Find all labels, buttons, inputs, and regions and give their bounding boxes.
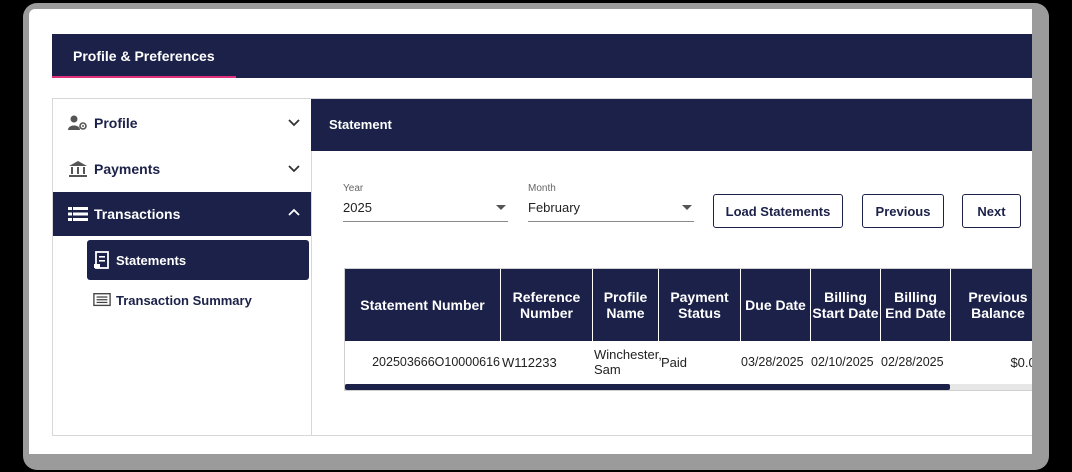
previous-balance-cell: $0.00: [1010, 354, 1032, 370]
year-select[interactable]: Year 2025: [343, 183, 508, 225]
tab-profile-preferences[interactable]: Profile & Preferences: [52, 34, 236, 78]
statements-table: Statement Number Reference Number Profil…: [344, 268, 1032, 391]
month-label: Month: [528, 183, 556, 194]
sidebar: Profile Payments Transactions Statements…: [53, 99, 312, 435]
month-select[interactable]: Month February: [528, 183, 694, 225]
column-header[interactable]: Profile Name: [593, 269, 659, 341]
next-button[interactable]: Next: [962, 194, 1021, 228]
year-value: 2025: [343, 200, 372, 215]
receipt-icon: [93, 251, 111, 269]
billing-start-date-cell: 02/10/2025: [811, 354, 874, 369]
reference-number-cell: W112233: [502, 354, 557, 370]
top-nav-bar: Profile & Preferences: [52, 34, 1032, 78]
previous-button[interactable]: Previous: [862, 194, 944, 228]
sidebar-item-profile[interactable]: Profile: [53, 101, 311, 145]
sidebar-item-payments[interactable]: Payments: [53, 147, 311, 191]
scrollbar-thumb[interactable]: [345, 384, 950, 390]
bank-icon: [68, 161, 88, 177]
sidebar-subitem-transaction-summary[interactable]: Transaction Summary: [87, 280, 309, 320]
user-settings-icon: [68, 115, 88, 131]
summary-icon: [93, 291, 111, 309]
column-header[interactable]: Billing End Date: [881, 269, 951, 341]
statement-number-cell[interactable]: 202503666O10000616: [345, 341, 501, 383]
dropdown-arrow-icon: [682, 205, 692, 210]
load-statements-button[interactable]: Load Statements: [713, 194, 843, 228]
year-label: Year: [343, 183, 364, 194]
statement-content: Statement Year 2025 Month February Load …: [311, 99, 1032, 435]
chevron-up-icon[interactable]: [287, 206, 301, 220]
app-window: Profile & Preferences Profile Payments T…: [29, 9, 1032, 454]
billing-end-date-cell: 02/28/2025: [881, 354, 944, 369]
column-header[interactable]: Due Date: [741, 269, 811, 341]
list-icon: [68, 206, 88, 222]
month-value: February: [528, 200, 581, 215]
dropdown-arrow-icon: [496, 205, 506, 210]
chevron-down-icon[interactable]: [287, 161, 301, 175]
sidebar-subitem-label: Statements: [116, 252, 187, 268]
sidebar-subitem-statements[interactable]: Statements: [87, 240, 309, 280]
active-tab-indicator: [52, 76, 236, 78]
due-date-cell: 03/28/2025: [741, 354, 804, 369]
sidebar-item-transactions[interactable]: Transactions: [53, 192, 311, 236]
column-header[interactable]: Reference Number: [501, 269, 593, 341]
sidebar-item-label: Transactions: [94, 206, 181, 222]
column-header[interactable]: Previous Balance: [951, 269, 1032, 341]
sidebar-item-label: Profile: [94, 115, 138, 131]
column-header[interactable]: Payment Status: [659, 269, 741, 341]
chevron-down-icon[interactable]: [287, 115, 301, 129]
sidebar-item-label: Payments: [94, 161, 161, 177]
main-panel: Profile Payments Transactions Statements…: [52, 98, 1032, 436]
statement-header: Statement: [311, 99, 1032, 151]
sidebar-subitem-label: Transaction Summary: [116, 292, 252, 308]
table-header: Statement Number Reference Number Profil…: [345, 269, 1032, 341]
payment-status-cell: Paid: [661, 354, 688, 370]
column-header[interactable]: Billing Start Date: [811, 269, 881, 341]
column-header[interactable]: Statement Number: [345, 269, 501, 341]
profile-name-cell: Winchester, Sam: [594, 347, 662, 377]
